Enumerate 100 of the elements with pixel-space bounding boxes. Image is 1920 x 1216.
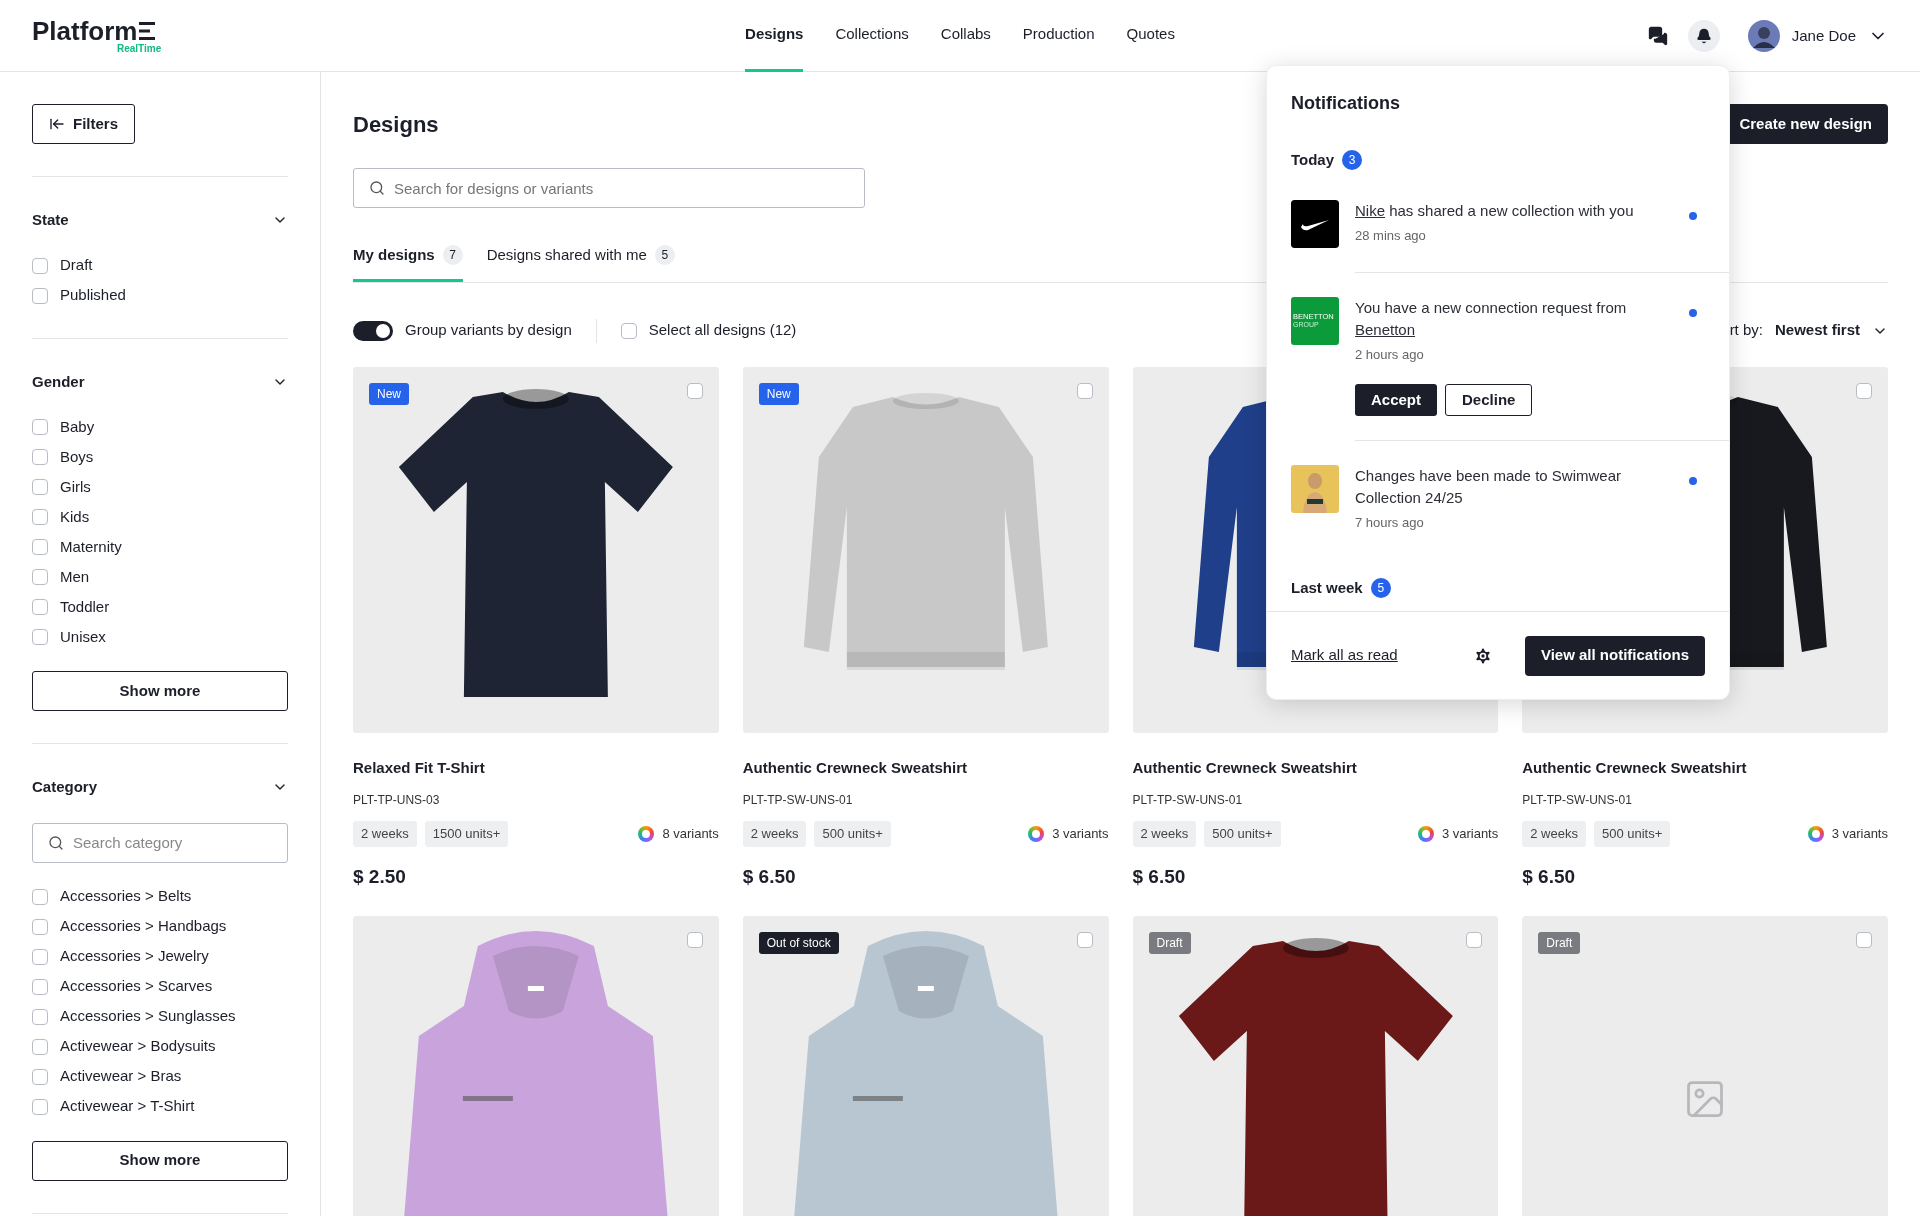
filter-option-label: Unisex [60,626,106,647]
notification-time: 2 hours ago [1355,345,1425,364]
filter-option-label: Accessories > Scarves [60,976,213,997]
notification-text: Nike has shared a new collection with you [1355,200,1635,221]
chat-icon[interactable] [1647,26,1668,46]
filter-option-label: Accessories > Sunglasses [60,1006,236,1027]
filter-option-label: Maternity [60,536,122,557]
link[interactable]: Nike [1355,201,1385,219]
status-badge: New [369,382,409,405]
filters-button[interactable]: Filters [32,104,135,144]
filter-option-label: Published [60,285,126,306]
notifications-button[interactable] [1687,20,1720,52]
variants-count: 3 variants [1831,825,1888,844]
color-wheel-icon [1028,826,1045,842]
show-more-button[interactable]: Show more [32,1140,288,1181]
checkbox[interactable] [32,1098,48,1115]
tag: 2 weeks [353,821,417,847]
count-badge: 3 [1342,150,1363,171]
checkbox[interactable] [32,569,48,585]
category-search-field[interactable]: Search category [32,822,288,863]
filter-section-title: Category [32,777,98,797]
color-wheel-icon [638,826,655,842]
nav-tab[interactable]: Quotes [1126,0,1175,72]
logo-subtitle: RealTime [117,44,162,54]
product-title: Authentic Crewneck Sweatshirt [1132,757,1358,778]
select-all-label: Select all designs (12) [648,320,797,341]
show-more-button[interactable]: Show more [32,671,288,711]
filter-option-label: Toddler [60,596,110,617]
color-wheel-icon [1417,826,1434,842]
collapse-arrow-icon [49,116,65,132]
tag: 1500 units+ [424,821,509,847]
checkbox[interactable] [32,479,48,495]
search-field[interactable]: Search for designs or variants [353,168,865,208]
filter-option-label: Baby [60,416,95,437]
logo-text: Platform [32,18,138,44]
checkbox[interactable] [32,257,48,274]
product-code: PLT-TP-SW-UNS-01 [1522,792,1633,809]
filter-option-label: Accessories > Handbags [60,916,227,937]
color-wheel-icon [1807,826,1824,842]
group-title: Today [1291,150,1335,170]
product-price: $ 2.50 [353,865,407,889]
product-price: $ 6.50 [1522,865,1577,889]
tab[interactable]: Designs shared with me 5 [486,244,675,282]
tag: 500 units+ [1204,821,1281,847]
product-title: Relaxed Fit T-Shirt [353,757,486,778]
checkbox[interactable] [32,888,48,905]
product-title: Authentic Crewneck Sweatshirt [1522,757,1748,778]
tag: 2 weeks [1132,821,1197,847]
product-code: PLT-TP-SW-UNS-01 [742,792,854,809]
checkbox[interactable] [1856,931,1872,948]
panel-title: Notifications [1291,92,1401,115]
toggle-switch[interactable] [353,320,393,341]
filter-section-title: Gender [32,371,85,392]
filter-option-label: Girls [60,476,91,497]
checkbox[interactable] [32,1038,48,1055]
bell-icon[interactable] [1695,28,1712,44]
swoosh-logo [1291,199,1339,248]
product-price: $ 6.50 [742,865,797,889]
avatar [1747,20,1780,52]
sort-label: rt by: [1729,320,1763,341]
nav-tab[interactable]: Collabs [940,0,991,72]
filter-option-label: Activewear > T-Shirt [60,1096,195,1117]
checkbox[interactable] [32,509,48,525]
sort-dropdown[interactable]: Newest first [1774,319,1888,342]
nav-tab[interactable]: Designs [745,0,804,72]
link[interactable]: Benetton [1355,320,1416,338]
filter-option-label: Activewear > Bodysuits [60,1036,216,1057]
search-icon [48,834,64,851]
checkbox[interactable] [32,1068,48,1085]
tag: 2 weeks [1522,821,1586,847]
checkbox[interactable] [32,287,48,304]
notification-time: 28 mins ago [1355,226,1427,245]
filter-option-label: Accessories > Jewelry [60,946,209,967]
status-badge: Draft [1538,931,1581,954]
checkbox[interactable] [32,419,48,435]
checkbox[interactable] [32,599,48,615]
checkbox[interactable] [32,978,48,995]
tab[interactable]: My designs 7 [353,244,463,282]
checkbox[interactable] [32,1008,48,1025]
filter-option-label: Draft [60,255,93,276]
checkbox[interactable] [620,322,637,339]
count-badge: 7 [442,245,463,266]
view-all-button[interactable]: View all notifications [1524,635,1705,676]
checkbox[interactable] [32,629,48,645]
filter-option-label: Kids [60,506,90,527]
tag: 2 weeks [742,821,807,847]
checkbox[interactable] [32,948,48,965]
user-name: Jane Doe [1791,25,1856,46]
checkbox[interactable] [32,539,48,555]
nav-tab[interactable]: Collections [835,0,909,72]
product-code: PLT-TP-UNS-03 [353,792,441,809]
filter-option-label: Accessories > Belts [60,886,192,907]
page-title: Designs [353,110,439,139]
variants-count: 8 variants [662,825,719,844]
variants-count: 3 variants [1441,825,1499,844]
toggle-label: Group variants by design [405,320,572,341]
nav-tab[interactable]: Production [1022,0,1095,72]
filter-option-label: Men [60,566,90,587]
checkbox[interactable] [32,918,48,935]
checkbox[interactable] [32,449,48,465]
